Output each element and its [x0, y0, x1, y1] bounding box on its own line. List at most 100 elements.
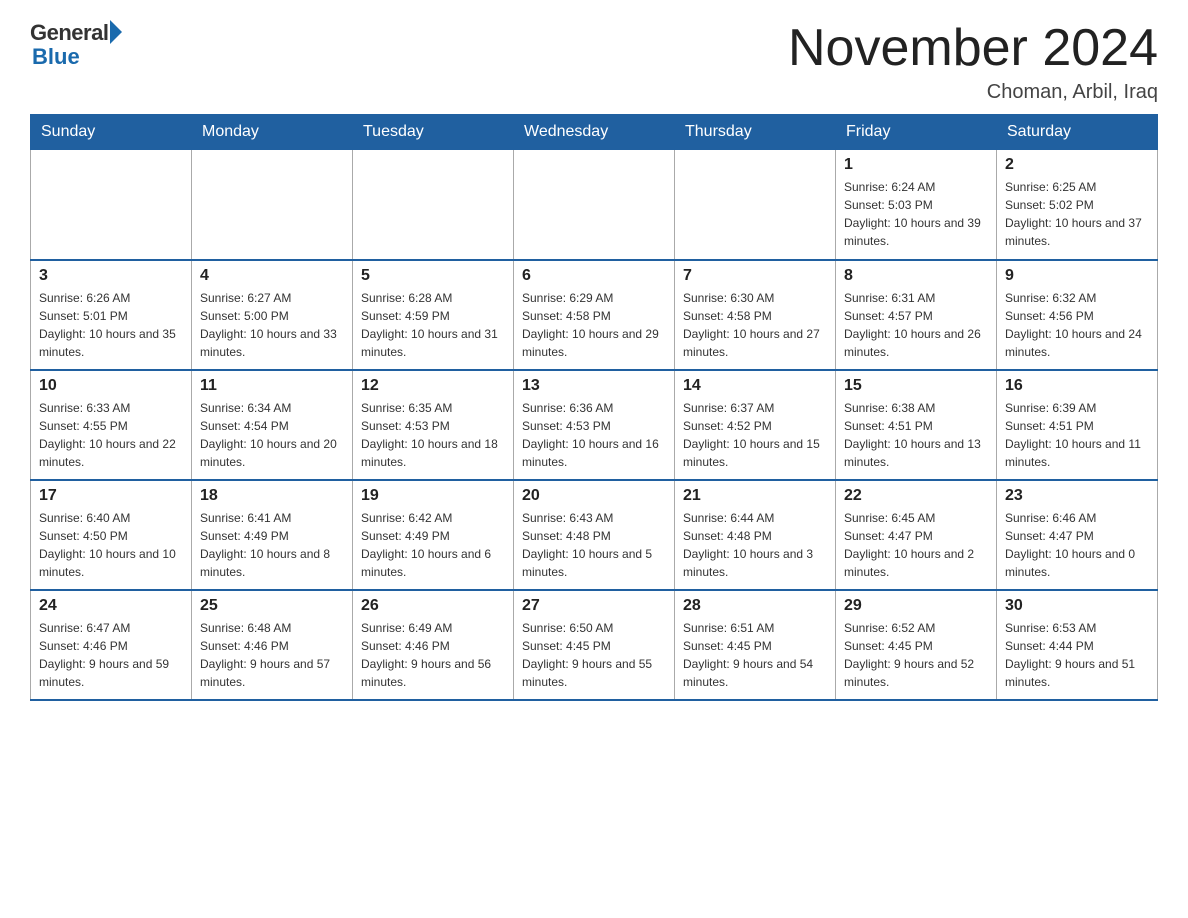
calendar-cell: 16 Sunrise: 6:39 AMSunset: 4:51 PMDayligh…: [997, 370, 1158, 480]
day-info: Sunrise: 6:51 AMSunset: 4:45 PMDaylight:…: [683, 619, 827, 691]
day-info: Sunrise: 6:33 AMSunset: 4:55 PMDaylight:…: [39, 399, 183, 471]
calendar-cell: 8Sunrise: 6:31 AMSunset: 4:57 PMDaylight…: [836, 260, 997, 370]
month-title: November 2024: [788, 20, 1158, 77]
calendar-cell: 26Sunrise: 6:49 AMSunset: 4:46 PMDayligh…: [353, 590, 514, 700]
day-info: Sunrise: 6:48 AMSunset: 4:46 PMDaylight:…: [200, 619, 344, 691]
day-number: 21: [683, 487, 827, 505]
day-info: Sunrise: 6:52 AMSunset: 4:45 PMDaylight:…: [844, 619, 988, 691]
title-block: November 2024 Choman, Arbil, Iraq: [788, 20, 1158, 104]
calendar-cell: 1 Sunrise: 6:24 AMSunset: 5:03 PMDaylight…: [836, 150, 997, 260]
day-number: 12: [361, 377, 505, 395]
calendar-week-3: 10 Sunrise: 6:33 AMSunset: 4:55 PMDayligh…: [31, 370, 1158, 480]
page-header: General Blue November 2024 Choman, Arbil…: [30, 20, 1158, 104]
day-number: 11: [200, 377, 344, 395]
day-number: 28: [683, 597, 827, 615]
calendar-cell: 24 Sunrise: 6:47 AMSunset: 4:46 PMDayligh…: [31, 590, 192, 700]
day-info: Sunrise: 6:50 AMSunset: 4:45 PMDaylight:…: [522, 619, 666, 691]
calendar-cell: 3 Sunrise: 6:26 AMSunset: 5:01 PMDaylight…: [31, 260, 192, 370]
day-number: 16: [1005, 377, 1149, 395]
day-number: 29: [844, 597, 988, 615]
day-number: 19: [361, 487, 505, 505]
day-info: Sunrise: 6:32 AMSunset: 4:56 PMDaylight:…: [1005, 289, 1149, 361]
logo-arrow-icon: [110, 20, 122, 44]
calendar-week-2: 3 Sunrise: 6:26 AMSunset: 5:01 PMDaylight…: [31, 260, 1158, 370]
day-info: Sunrise: 6:25 AMSunset: 5:02 PMDaylight:…: [1005, 178, 1149, 250]
day-number: 18: [200, 487, 344, 505]
day-number: 27: [522, 597, 666, 615]
day-info: Sunrise: 6:43 AMSunset: 4:48 PMDaylight:…: [522, 509, 666, 581]
calendar-table: SundayMondayTuesdayWednesdayThursdayFrid…: [30, 114, 1158, 701]
calendar-cell: 10 Sunrise: 6:33 AMSunset: 4:55 PMDayligh…: [31, 370, 192, 480]
day-info: Sunrise: 6:45 AMSunset: 4:47 PMDaylight:…: [844, 509, 988, 581]
column-header-tuesday: Tuesday: [353, 115, 514, 150]
calendar-cell: 2 Sunrise: 6:25 AMSunset: 5:02 PMDaylight…: [997, 150, 1158, 260]
day-info: Sunrise: 6:28 AMSunset: 4:59 PMDaylight:…: [361, 289, 505, 361]
day-number: 4: [200, 267, 344, 285]
day-number: 5: [361, 267, 505, 285]
calendar-cell: 17 Sunrise: 6:40 AMSunset: 4:50 PMDayligh…: [31, 480, 192, 590]
calendar-cell: 29 Sunrise: 6:52 AMSunset: 4:45 PMDayligh…: [836, 590, 997, 700]
day-number: 10: [39, 377, 183, 395]
day-number: 20: [522, 487, 666, 505]
day-number: 1: [844, 156, 988, 174]
day-number: 25: [200, 597, 344, 615]
logo: General Blue: [30, 20, 122, 70]
calendar-cell: 30 Sunrise: 6:53 AMSunset: 4:44 PMDayligh…: [997, 590, 1158, 700]
calendar-cell: 21 Sunrise: 6:44 AMSunset: 4:48 PMDayligh…: [675, 480, 836, 590]
calendar-cell: [31, 150, 192, 260]
calendar-cell: 15 Sunrise: 6:38 AMSunset: 4:51 PMDayligh…: [836, 370, 997, 480]
day-info: Sunrise: 6:26 AMSunset: 5:01 PMDaylight:…: [39, 289, 183, 361]
calendar-cell: 6 Sunrise: 6:29 AMSunset: 4:58 PMDaylight…: [514, 260, 675, 370]
calendar-week-5: 24 Sunrise: 6:47 AMSunset: 4:46 PMDayligh…: [31, 590, 1158, 700]
day-info: Sunrise: 6:27 AMSunset: 5:00 PMDaylight:…: [200, 289, 344, 361]
day-info: Sunrise: 6:49 AMSunset: 4:46 PMDaylight:…: [361, 619, 505, 691]
day-info: Sunrise: 6:37 AMSunset: 4:52 PMDaylight:…: [683, 399, 827, 471]
calendar-week-1: 1 Sunrise: 6:24 AMSunset: 5:03 PMDaylight…: [31, 150, 1158, 260]
calendar-cell: 18 Sunrise: 6:41 AMSunset: 4:49 PMDayligh…: [192, 480, 353, 590]
day-info: Sunrise: 6:36 AMSunset: 4:53 PMDaylight:…: [522, 399, 666, 471]
day-number: 17: [39, 487, 183, 505]
day-info: Sunrise: 6:53 AMSunset: 4:44 PMDaylight:…: [1005, 619, 1149, 691]
calendar-cell: 25 Sunrise: 6:48 AMSunset: 4:46 PMDayligh…: [192, 590, 353, 700]
calendar-cell: 9 Sunrise: 6:32 AMSunset: 4:56 PMDaylight…: [997, 260, 1158, 370]
day-info: Sunrise: 6:35 AMSunset: 4:53 PMDaylight:…: [361, 399, 505, 471]
day-number: 14: [683, 377, 827, 395]
day-info: Sunrise: 6:24 AMSunset: 5:03 PMDaylight:…: [844, 178, 988, 250]
day-number: 24: [39, 597, 183, 615]
calendar-cell: 28 Sunrise: 6:51 AMSunset: 4:45 PMDayligh…: [675, 590, 836, 700]
calendar-cell: 19Sunrise: 6:42 AMSunset: 4:49 PMDayligh…: [353, 480, 514, 590]
calendar-cell: [514, 150, 675, 260]
calendar-cell: [192, 150, 353, 260]
calendar-week-4: 17 Sunrise: 6:40 AMSunset: 4:50 PMDayligh…: [31, 480, 1158, 590]
calendar-cell: 7Sunrise: 6:30 AMSunset: 4:58 PMDaylight…: [675, 260, 836, 370]
column-header-sunday: Sunday: [31, 115, 192, 150]
calendar-cell: 27 Sunrise: 6:50 AMSunset: 4:45 PMDayligh…: [514, 590, 675, 700]
calendar-cell: [353, 150, 514, 260]
day-number: 15: [844, 377, 988, 395]
calendar-cell: 22Sunrise: 6:45 AMSunset: 4:47 PMDayligh…: [836, 480, 997, 590]
day-info: Sunrise: 6:44 AMSunset: 4:48 PMDaylight:…: [683, 509, 827, 581]
day-number: 30: [1005, 597, 1149, 615]
day-info: Sunrise: 6:47 AMSunset: 4:46 PMDaylight:…: [39, 619, 183, 691]
day-info: Sunrise: 6:34 AMSunset: 4:54 PMDaylight:…: [200, 399, 344, 471]
calendar-cell: 12 Sunrise: 6:35 AMSunset: 4:53 PMDayligh…: [353, 370, 514, 480]
day-number: 6: [522, 267, 666, 285]
calendar-cell: 4 Sunrise: 6:27 AMSunset: 5:00 PMDaylight…: [192, 260, 353, 370]
day-number: 3: [39, 267, 183, 285]
calendar-cell: [675, 150, 836, 260]
day-info: Sunrise: 6:38 AMSunset: 4:51 PMDaylight:…: [844, 399, 988, 471]
day-info: Sunrise: 6:41 AMSunset: 4:49 PMDaylight:…: [200, 509, 344, 581]
column-header-saturday: Saturday: [997, 115, 1158, 150]
day-info: Sunrise: 6:39 AMSunset: 4:51 PMDaylight:…: [1005, 399, 1149, 471]
calendar-cell: 20 Sunrise: 6:43 AMSunset: 4:48 PMDayligh…: [514, 480, 675, 590]
column-header-friday: Friday: [836, 115, 997, 150]
day-info: Sunrise: 6:29 AMSunset: 4:58 PMDaylight:…: [522, 289, 666, 361]
day-number: 8: [844, 267, 988, 285]
location-text: Choman, Arbil, Iraq: [788, 81, 1158, 104]
day-number: 2: [1005, 156, 1149, 174]
logo-blue-text: Blue: [32, 44, 80, 70]
day-number: 7: [683, 267, 827, 285]
calendar-cell: 11 Sunrise: 6:34 AMSunset: 4:54 PMDayligh…: [192, 370, 353, 480]
day-info: Sunrise: 6:40 AMSunset: 4:50 PMDaylight:…: [39, 509, 183, 581]
day-number: 9: [1005, 267, 1149, 285]
